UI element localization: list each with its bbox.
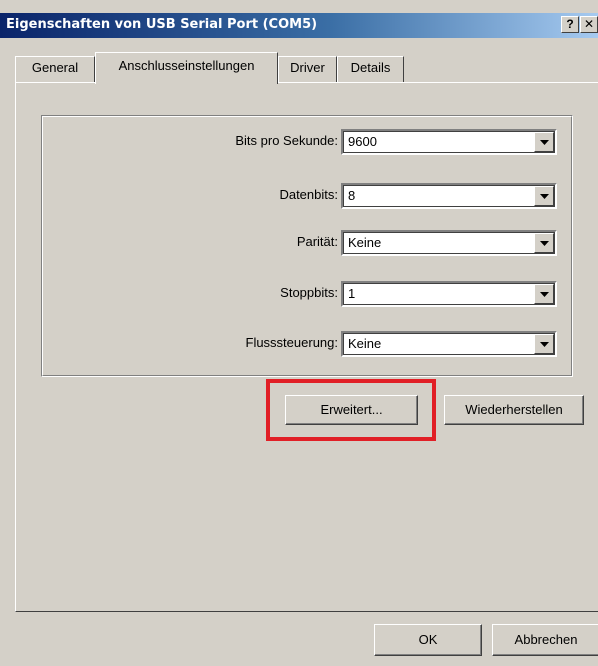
chevron-down-icon — [540, 140, 549, 145]
tab-driver[interactable]: Driver — [278, 56, 337, 82]
parity-select[interactable]: Keine — [341, 230, 557, 256]
highlight-box — [266, 379, 436, 441]
stop-bits-label: Stoppbits: — [280, 285, 338, 300]
cancel-button[interactable]: Abbrechen — [492, 624, 598, 656]
bits-per-second-dropdown-button[interactable] — [534, 132, 554, 152]
help-button[interactable]: ? — [561, 16, 579, 33]
tab-details[interactable]: Details — [337, 56, 404, 82]
stop-bits-select[interactable]: 1 — [341, 281, 557, 307]
bits-per-second-value: 9600 — [348, 134, 377, 149]
stop-bits-value: 1 — [348, 286, 356, 301]
data-bits-select[interactable]: 8 — [341, 183, 557, 209]
tab-general[interactable]: General — [15, 56, 95, 82]
parity-dropdown-button[interactable] — [534, 233, 554, 253]
chevron-down-icon — [540, 194, 549, 199]
ok-button[interactable]: OK — [374, 624, 482, 656]
chevron-down-icon — [540, 241, 549, 246]
flow-control-value: Keine — [348, 336, 382, 351]
parity-value: Keine — [348, 235, 382, 250]
data-bits-dropdown-button[interactable] — [534, 186, 554, 206]
data-bits-label: Datenbits: — [279, 187, 338, 202]
bits-per-second-label: Bits pro Sekunde: — [235, 133, 338, 148]
flow-control-dropdown-button[interactable] — [534, 334, 554, 354]
restore-defaults-button[interactable]: Wiederherstellen — [444, 395, 584, 425]
tab-anschlusseinstellungen[interactable]: Anschlusseinstellungen — [95, 52, 278, 84]
bits-per-second-select[interactable]: 9600 — [341, 129, 557, 155]
title-bar[interactable]: Eigenschaften von USB Serial Port (COM5)… — [0, 13, 598, 38]
data-bits-value: 8 — [348, 188, 356, 203]
flow-control-select[interactable]: Keine — [341, 331, 557, 357]
window-title: Eigenschaften von USB Serial Port (COM5) — [6, 17, 318, 32]
close-button[interactable]: ✕ — [580, 16, 598, 33]
parity-label: Parität: — [296, 234, 338, 249]
chevron-down-icon — [540, 292, 549, 297]
stop-bits-dropdown-button[interactable] — [534, 284, 554, 304]
chevron-down-icon — [540, 342, 549, 347]
flow-control-label: Flusssteuerung: — [245, 335, 339, 350]
properties-dialog: Eigenschaften von USB Serial Port (COM5)… — [0, 0, 598, 666]
